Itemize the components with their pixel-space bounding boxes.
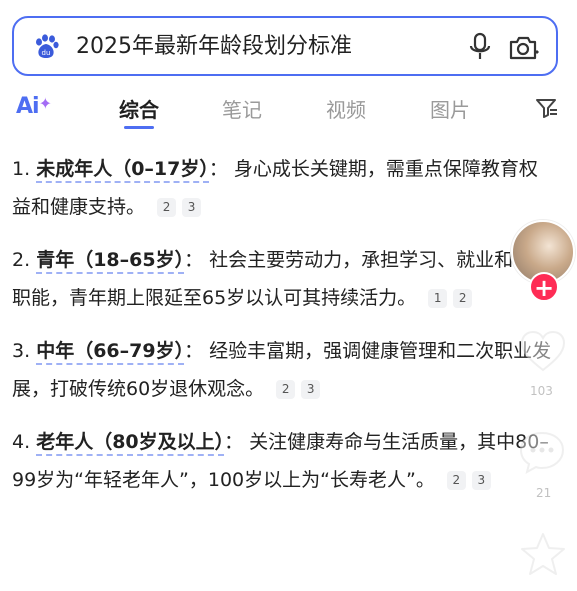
citation-badge[interactable]: 2 <box>453 289 473 308</box>
comment-count: 21 <box>536 486 552 500</box>
active-tab-indicator <box>124 126 154 129</box>
search-query[interactable]: 2025年最新年龄段划分标准 <box>76 32 352 62</box>
like-count: 103 <box>530 384 553 398</box>
answer-content: 1. 未成年人（0–17岁）： 身心成长关键期，需重点保障教育权益和健康支持。 … <box>12 150 552 514</box>
citation-badge[interactable]: 2 <box>157 198 177 217</box>
comment-icon[interactable] <box>518 430 566 474</box>
item-number: 4. <box>12 431 31 453</box>
citation-badge[interactable]: 3 <box>471 471 491 490</box>
citation-badge[interactable]: 3 <box>182 198 202 217</box>
tab-notes[interactable]: 笔记 <box>222 94 262 123</box>
sparkle-icon: ✦ <box>38 94 52 113</box>
ai-label: Ai <box>16 94 40 119</box>
camera-search-icon[interactable] <box>508 34 540 62</box>
list-item: 1. 未成年人（0–17岁）： 身心成长关键期，需重点保障教育权益和健康支持。 … <box>12 150 552 226</box>
list-item: 4. 老年人（80岁及以上）： 关注健康寿命与生活质量，其中80–99岁为“年轻… <box>12 423 552 499</box>
baidu-paw-icon: du <box>36 34 59 58</box>
tab-images[interactable]: 图片 <box>430 94 470 123</box>
item-term[interactable]: 中年（66–79岁） <box>36 340 185 365</box>
tab-bar: Ai✦ 综合 笔记 视频 图片 <box>0 86 577 134</box>
citation-badge[interactable]: 2 <box>446 471 466 490</box>
list-item: 2. 青年（18–65岁）： 社会主要劳动力，承担学习、就业和创新职能，青年期上… <box>12 241 552 317</box>
citation-badge[interactable]: 2 <box>276 380 296 399</box>
citation-badge[interactable]: 1 <box>428 289 448 308</box>
item-term[interactable]: 老年人（80岁及以上） <box>36 431 225 456</box>
follow-button[interactable]: + <box>529 272 559 302</box>
item-term[interactable]: 未成年人（0–17岁） <box>36 158 209 183</box>
tab-videos[interactable]: 视频 <box>326 94 366 123</box>
tab-all[interactable]: 综合 <box>119 94 159 123</box>
list-item: 3. 中年（66–79岁）： 经验丰富期，强调健康管理和二次职业发展，打破传统6… <box>12 332 552 408</box>
filter-icon[interactable] <box>535 96 559 120</box>
heart-icon[interactable] <box>520 330 566 372</box>
microphone-icon[interactable] <box>468 32 492 62</box>
svg-text:du: du <box>42 49 51 57</box>
search-bar[interactable]: du 2025年最新年龄段划分标准 <box>12 16 558 76</box>
item-term[interactable]: 青年（18–65岁） <box>36 249 185 274</box>
item-number: 1. <box>12 158 31 180</box>
item-number: 3. <box>12 340 31 362</box>
ai-tab[interactable]: Ai✦ <box>16 94 52 119</box>
citation-badge[interactable]: 3 <box>301 380 321 399</box>
star-icon[interactable] <box>520 532 566 576</box>
item-number: 2. <box>12 249 31 271</box>
